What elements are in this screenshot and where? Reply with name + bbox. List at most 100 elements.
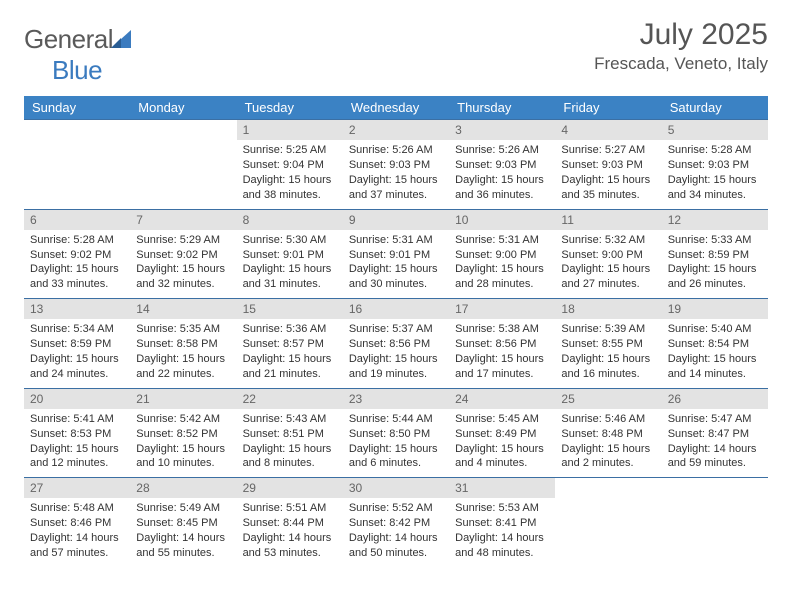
daylight-line: Daylight: 15 hours and 6 minutes. xyxy=(349,442,443,472)
sunrise-label: Sunrise: xyxy=(668,323,708,335)
sail-icon xyxy=(111,24,131,42)
calendar-cell: 11Sunrise: 5:32 AMSunset: 9:00 PMDayligh… xyxy=(555,209,661,299)
daylight-label: Daylight: xyxy=(455,174,498,186)
sunset-value: 8:53 PM xyxy=(70,428,111,440)
brand-name-b: Blue xyxy=(52,55,102,85)
daylight-line: Daylight: 15 hours and 17 minutes. xyxy=(455,352,549,382)
sunrise-line: Sunrise: 5:27 AM xyxy=(561,143,655,158)
sunset-value: 8:56 PM xyxy=(496,338,537,350)
daylight-line: Daylight: 14 hours and 59 minutes. xyxy=(668,442,762,472)
sunrise-line: Sunrise: 5:52 AM xyxy=(349,501,443,516)
calendar-week: 6Sunrise: 5:28 AMSunset: 9:02 PMDaylight… xyxy=(24,209,768,299)
sunset-value: 9:02 PM xyxy=(177,249,218,261)
sunrise-value: 5:31 AM xyxy=(499,234,539,246)
sunset-value: 8:46 PM xyxy=(70,517,111,529)
sunset-line: Sunset: 9:02 PM xyxy=(136,248,230,263)
day-number: 30 xyxy=(343,478,449,498)
sunrise-label: Sunrise: xyxy=(455,144,495,156)
day-body: Sunrise: 5:28 AMSunset: 9:03 PMDaylight:… xyxy=(662,140,768,208)
day-number: 5 xyxy=(662,120,768,140)
sunset-line: Sunset: 8:56 PM xyxy=(455,337,549,352)
daylight-line: Daylight: 15 hours and 37 minutes. xyxy=(349,173,443,203)
sunset-label: Sunset: xyxy=(455,428,492,440)
sunrise-line: Sunrise: 5:40 AM xyxy=(668,322,762,337)
sunrise-line: Sunrise: 5:26 AM xyxy=(349,143,443,158)
sunset-line: Sunset: 9:01 PM xyxy=(243,248,337,263)
day-body: Sunrise: 5:42 AMSunset: 8:52 PMDaylight:… xyxy=(130,409,236,477)
calendar-cell xyxy=(24,120,130,210)
sunset-line: Sunset: 8:52 PM xyxy=(136,427,230,442)
dow-tuesday: Tuesday xyxy=(237,96,343,120)
day-number: 7 xyxy=(130,210,236,230)
sunset-line: Sunset: 8:47 PM xyxy=(668,427,762,442)
sunrise-label: Sunrise: xyxy=(455,323,495,335)
sunrise-line: Sunrise: 5:51 AM xyxy=(243,501,337,516)
sunset-label: Sunset: xyxy=(455,249,492,261)
daylight-line: Daylight: 15 hours and 28 minutes. xyxy=(455,262,549,292)
sunrise-line: Sunrise: 5:29 AM xyxy=(136,233,230,248)
sunrise-label: Sunrise: xyxy=(243,502,283,514)
daylight-label: Daylight: xyxy=(561,263,604,275)
calendar-cell: 30Sunrise: 5:52 AMSunset: 8:42 PMDayligh… xyxy=(343,478,449,567)
sunset-label: Sunset: xyxy=(30,428,67,440)
calendar-cell: 15Sunrise: 5:36 AMSunset: 8:57 PMDayligh… xyxy=(237,299,343,389)
day-body: Sunrise: 5:31 AMSunset: 9:00 PMDaylight:… xyxy=(449,230,555,298)
sunrise-value: 5:38 AM xyxy=(499,323,539,335)
sunrise-line: Sunrise: 5:33 AM xyxy=(668,233,762,248)
sunset-line: Sunset: 8:51 PM xyxy=(243,427,337,442)
sunset-value: 8:51 PM xyxy=(283,428,324,440)
calendar-week: 20Sunrise: 5:41 AMSunset: 8:53 PMDayligh… xyxy=(24,388,768,478)
sunrise-value: 5:42 AM xyxy=(180,413,220,425)
sunrise-line: Sunrise: 5:35 AM xyxy=(136,322,230,337)
daylight-label: Daylight: xyxy=(349,263,392,275)
sunrise-label: Sunrise: xyxy=(243,144,283,156)
day-body: Sunrise: 5:47 AMSunset: 8:47 PMDaylight:… xyxy=(662,409,768,477)
daylight-label: Daylight: xyxy=(243,532,286,544)
sunrise-label: Sunrise: xyxy=(30,502,70,514)
sunrise-label: Sunrise: xyxy=(30,323,70,335)
daylight-label: Daylight: xyxy=(349,353,392,365)
sunrise-value: 5:34 AM xyxy=(73,323,113,335)
sunrise-label: Sunrise: xyxy=(561,234,601,246)
sunset-label: Sunset: xyxy=(136,249,173,261)
sunrise-line: Sunrise: 5:42 AM xyxy=(136,412,230,427)
sunrise-label: Sunrise: xyxy=(561,323,601,335)
daylight-line: Daylight: 15 hours and 2 minutes. xyxy=(561,442,655,472)
sunrise-label: Sunrise: xyxy=(455,413,495,425)
sunset-value: 9:04 PM xyxy=(283,159,324,171)
sunset-line: Sunset: 9:03 PM xyxy=(668,158,762,173)
sunrise-value: 5:26 AM xyxy=(392,144,432,156)
daylight-label: Daylight: xyxy=(561,353,604,365)
daylight-line: Daylight: 14 hours and 53 minutes. xyxy=(243,531,337,561)
sunrise-label: Sunrise: xyxy=(455,234,495,246)
daylight-line: Daylight: 15 hours and 12 minutes. xyxy=(30,442,124,472)
day-number: 21 xyxy=(130,389,236,409)
sunrise-line: Sunrise: 5:32 AM xyxy=(561,233,655,248)
calendar-cell: 21Sunrise: 5:42 AMSunset: 8:52 PMDayligh… xyxy=(130,388,236,478)
sunrise-value: 5:40 AM xyxy=(711,323,751,335)
day-number: 16 xyxy=(343,299,449,319)
sunrise-value: 5:52 AM xyxy=(392,502,432,514)
sunset-label: Sunset: xyxy=(349,338,386,350)
sunset-label: Sunset: xyxy=(136,338,173,350)
day-body: Sunrise: 5:26 AMSunset: 9:03 PMDaylight:… xyxy=(449,140,555,208)
daylight-label: Daylight: xyxy=(30,353,73,365)
daylight-label: Daylight: xyxy=(349,174,392,186)
daylight-label: Daylight: xyxy=(455,443,498,455)
day-body: Sunrise: 5:30 AMSunset: 9:01 PMDaylight:… xyxy=(237,230,343,298)
calendar-cell: 5Sunrise: 5:28 AMSunset: 9:03 PMDaylight… xyxy=(662,120,768,210)
sunrise-value: 5:41 AM xyxy=(73,413,113,425)
sunset-value: 9:01 PM xyxy=(389,249,430,261)
sunset-value: 8:58 PM xyxy=(177,338,218,350)
calendar-cell: 20Sunrise: 5:41 AMSunset: 8:53 PMDayligh… xyxy=(24,388,130,478)
sunset-label: Sunset: xyxy=(30,517,67,529)
sunrise-line: Sunrise: 5:44 AM xyxy=(349,412,443,427)
sunset-line: Sunset: 8:44 PM xyxy=(243,516,337,531)
sunset-label: Sunset: xyxy=(455,517,492,529)
day-number: 24 xyxy=(449,389,555,409)
calendar-cell: 16Sunrise: 5:37 AMSunset: 8:56 PMDayligh… xyxy=(343,299,449,389)
sunset-value: 9:03 PM xyxy=(708,159,749,171)
daylight-label: Daylight: xyxy=(243,353,286,365)
daylight-line: Daylight: 15 hours and 38 minutes. xyxy=(243,173,337,203)
sunrise-line: Sunrise: 5:53 AM xyxy=(455,501,549,516)
